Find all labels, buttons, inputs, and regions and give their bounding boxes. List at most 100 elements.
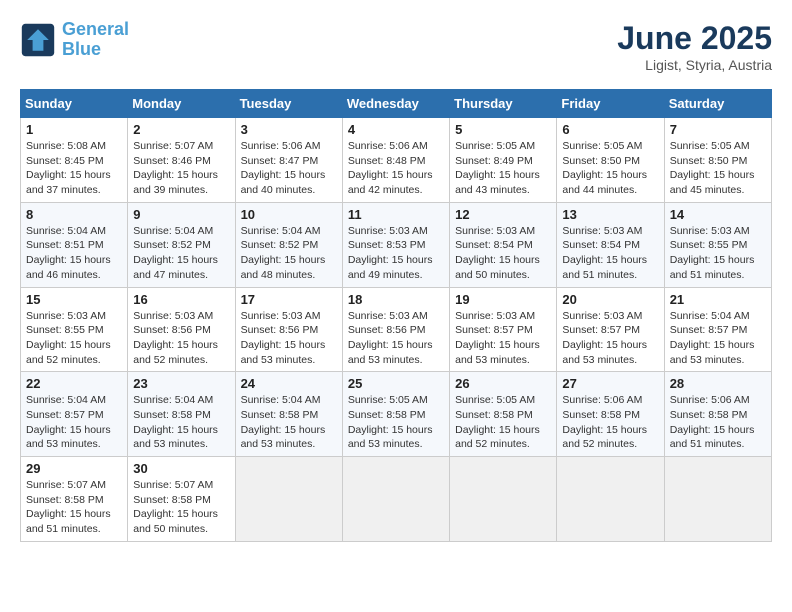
day-number: 2 <box>133 122 229 137</box>
logo-line2: Blue <box>62 39 101 59</box>
day-number: 5 <box>455 122 551 137</box>
day-info: Sunrise: 5:05 AM Sunset: 8:49 PM Dayligh… <box>455 139 551 198</box>
calendar-cell: 12Sunrise: 5:03 AM Sunset: 8:54 PM Dayli… <box>450 202 557 287</box>
day-number: 16 <box>133 292 229 307</box>
day-info: Sunrise: 5:06 AM Sunset: 8:48 PM Dayligh… <box>348 139 444 198</box>
calendar-week-row: 22 Sunrise: 5:04 AM Sunset: 8:57 PM Dayli… <box>21 372 772 457</box>
month-title: June 2025 <box>617 20 772 57</box>
weekday-header: Tuesday <box>235 90 342 118</box>
day-info: Sunrise: 5:03 AM Sunset: 8:56 PM Dayligh… <box>133 309 229 368</box>
day-info: Sunrise: 5:03 AM Sunset: 8:54 PM Dayligh… <box>455 224 551 283</box>
day-number: 8 <box>26 207 122 222</box>
calendar-cell: 17Sunrise: 5:03 AM Sunset: 8:56 PM Dayli… <box>235 287 342 372</box>
day-info: Sunrise: 5:03 AM Sunset: 8:55 PM Dayligh… <box>26 309 122 368</box>
calendar-cell <box>664 457 771 542</box>
calendar-cell <box>235 457 342 542</box>
day-number: 17 <box>241 292 337 307</box>
day-info: Sunrise: 5:04 AM Sunset: 8:51 PM Dayligh… <box>26 224 122 283</box>
calendar-week-row: 8 Sunrise: 5:04 AM Sunset: 8:51 PM Daylig… <box>21 202 772 287</box>
calendar-cell: 2 Sunrise: 5:07 AM Sunset: 8:46 PM Daylig… <box>128 118 235 203</box>
calendar-cell: 1 Sunrise: 5:08 AM Sunset: 8:45 PM Daylig… <box>21 118 128 203</box>
calendar-cell: 3Sunrise: 5:06 AM Sunset: 8:47 PM Daylig… <box>235 118 342 203</box>
day-info: Sunrise: 5:03 AM Sunset: 8:53 PM Dayligh… <box>348 224 444 283</box>
day-number: 24 <box>241 376 337 391</box>
calendar-cell: 11 Sunrise: 5:03 AM Sunset: 8:53 PM Dayli… <box>342 202 449 287</box>
weekday-header: Thursday <box>450 90 557 118</box>
weekday-header: Saturday <box>664 90 771 118</box>
calendar-cell <box>450 457 557 542</box>
calendar-cell: 13Sunrise: 5:03 AM Sunset: 8:54 PM Dayli… <box>557 202 664 287</box>
calendar-cell: 26Sunrise: 5:05 AM Sunset: 8:58 PM Dayli… <box>450 372 557 457</box>
calendar-cell: 6 Sunrise: 5:05 AM Sunset: 8:50 PM Daylig… <box>557 118 664 203</box>
day-info: Sunrise: 5:06 AM Sunset: 8:47 PM Dayligh… <box>241 139 337 198</box>
day-number: 1 <box>26 122 122 137</box>
calendar-week-row: 1 Sunrise: 5:08 AM Sunset: 8:45 PM Daylig… <box>21 118 772 203</box>
day-info: Sunrise: 5:04 AM Sunset: 8:52 PM Dayligh… <box>133 224 229 283</box>
day-info: Sunrise: 5:05 AM Sunset: 8:50 PM Dayligh… <box>670 139 766 198</box>
weekday-header: Monday <box>128 90 235 118</box>
day-info: Sunrise: 5:04 AM Sunset: 8:52 PM Dayligh… <box>241 224 337 283</box>
calendar-cell: 7Sunrise: 5:05 AM Sunset: 8:50 PM Daylig… <box>664 118 771 203</box>
calendar-cell: 9 Sunrise: 5:04 AM Sunset: 8:52 PM Daylig… <box>128 202 235 287</box>
day-info: Sunrise: 5:06 AM Sunset: 8:58 PM Dayligh… <box>670 393 766 452</box>
weekday-header: Wednesday <box>342 90 449 118</box>
weekday-header: Sunday <box>21 90 128 118</box>
day-number: 15 <box>26 292 122 307</box>
logo-line1: General <box>62 19 129 39</box>
calendar-header-row: SundayMondayTuesdayWednesdayThursdayFrid… <box>21 90 772 118</box>
calendar-cell: 4 Sunrise: 5:06 AM Sunset: 8:48 PM Daylig… <box>342 118 449 203</box>
calendar-cell: 15 Sunrise: 5:03 AM Sunset: 8:55 PM Dayli… <box>21 287 128 372</box>
day-info: Sunrise: 5:03 AM Sunset: 8:57 PM Dayligh… <box>455 309 551 368</box>
day-number: 27 <box>562 376 658 391</box>
day-number: 13 <box>562 207 658 222</box>
day-number: 11 <box>348 207 444 222</box>
day-info: Sunrise: 5:03 AM Sunset: 8:56 PM Dayligh… <box>348 309 444 368</box>
calendar-cell: 25 Sunrise: 5:05 AM Sunset: 8:58 PM Dayli… <box>342 372 449 457</box>
day-number: 19 <box>455 292 551 307</box>
day-number: 30 <box>133 461 229 476</box>
day-info: Sunrise: 5:04 AM Sunset: 8:57 PM Dayligh… <box>670 309 766 368</box>
logo-icon <box>20 22 56 58</box>
calendar-cell: 28 Sunrise: 5:06 AM Sunset: 8:58 PM Dayli… <box>664 372 771 457</box>
day-info: Sunrise: 5:04 AM Sunset: 8:57 PM Dayligh… <box>26 393 122 452</box>
day-number: 4 <box>348 122 444 137</box>
day-info: Sunrise: 5:07 AM Sunset: 8:46 PM Dayligh… <box>133 139 229 198</box>
day-info: Sunrise: 5:03 AM Sunset: 8:55 PM Dayligh… <box>670 224 766 283</box>
calendar-cell: 16 Sunrise: 5:03 AM Sunset: 8:56 PM Dayli… <box>128 287 235 372</box>
day-number: 25 <box>348 376 444 391</box>
day-info: Sunrise: 5:06 AM Sunset: 8:58 PM Dayligh… <box>562 393 658 452</box>
day-info: Sunrise: 5:05 AM Sunset: 8:50 PM Dayligh… <box>562 139 658 198</box>
day-number: 6 <box>562 122 658 137</box>
calendar-cell: 22 Sunrise: 5:04 AM Sunset: 8:57 PM Dayli… <box>21 372 128 457</box>
day-info: Sunrise: 5:04 AM Sunset: 8:58 PM Dayligh… <box>241 393 337 452</box>
calendar-cell: 18 Sunrise: 5:03 AM Sunset: 8:56 PM Dayli… <box>342 287 449 372</box>
day-number: 18 <box>348 292 444 307</box>
logo: General Blue <box>20 20 129 60</box>
calendar-cell: 30 Sunrise: 5:07 AM Sunset: 8:58 PM Dayli… <box>128 457 235 542</box>
day-info: Sunrise: 5:07 AM Sunset: 8:58 PM Dayligh… <box>133 478 229 537</box>
calendar-cell: 10 Sunrise: 5:04 AM Sunset: 8:52 PM Dayli… <box>235 202 342 287</box>
day-number: 9 <box>133 207 229 222</box>
calendar-cell: 23Sunrise: 5:04 AM Sunset: 8:58 PM Dayli… <box>128 372 235 457</box>
day-info: Sunrise: 5:03 AM Sunset: 8:57 PM Dayligh… <box>562 309 658 368</box>
calendar-cell: 5 Sunrise: 5:05 AM Sunset: 8:49 PM Daylig… <box>450 118 557 203</box>
day-info: Sunrise: 5:08 AM Sunset: 8:45 PM Dayligh… <box>26 139 122 198</box>
calendar: SundayMondayTuesdayWednesdayThursdayFrid… <box>20 89 772 542</box>
day-number: 26 <box>455 376 551 391</box>
calendar-cell: 8 Sunrise: 5:04 AM Sunset: 8:51 PM Daylig… <box>21 202 128 287</box>
calendar-cell: 21Sunrise: 5:04 AM Sunset: 8:57 PM Dayli… <box>664 287 771 372</box>
calendar-week-row: 29Sunrise: 5:07 AM Sunset: 8:58 PM Dayli… <box>21 457 772 542</box>
day-info: Sunrise: 5:05 AM Sunset: 8:58 PM Dayligh… <box>348 393 444 452</box>
calendar-cell: 20 Sunrise: 5:03 AM Sunset: 8:57 PM Dayli… <box>557 287 664 372</box>
header: General Blue June 2025 Ligist, Styria, A… <box>20 20 772 73</box>
day-number: 14 <box>670 207 766 222</box>
day-info: Sunrise: 5:04 AM Sunset: 8:58 PM Dayligh… <box>133 393 229 452</box>
day-number: 20 <box>562 292 658 307</box>
day-number: 28 <box>670 376 766 391</box>
day-number: 10 <box>241 207 337 222</box>
logo-text: General Blue <box>62 20 129 60</box>
calendar-cell: 27 Sunrise: 5:06 AM Sunset: 8:58 PM Dayli… <box>557 372 664 457</box>
calendar-cell <box>342 457 449 542</box>
calendar-week-row: 15 Sunrise: 5:03 AM Sunset: 8:55 PM Dayli… <box>21 287 772 372</box>
day-number: 22 <box>26 376 122 391</box>
